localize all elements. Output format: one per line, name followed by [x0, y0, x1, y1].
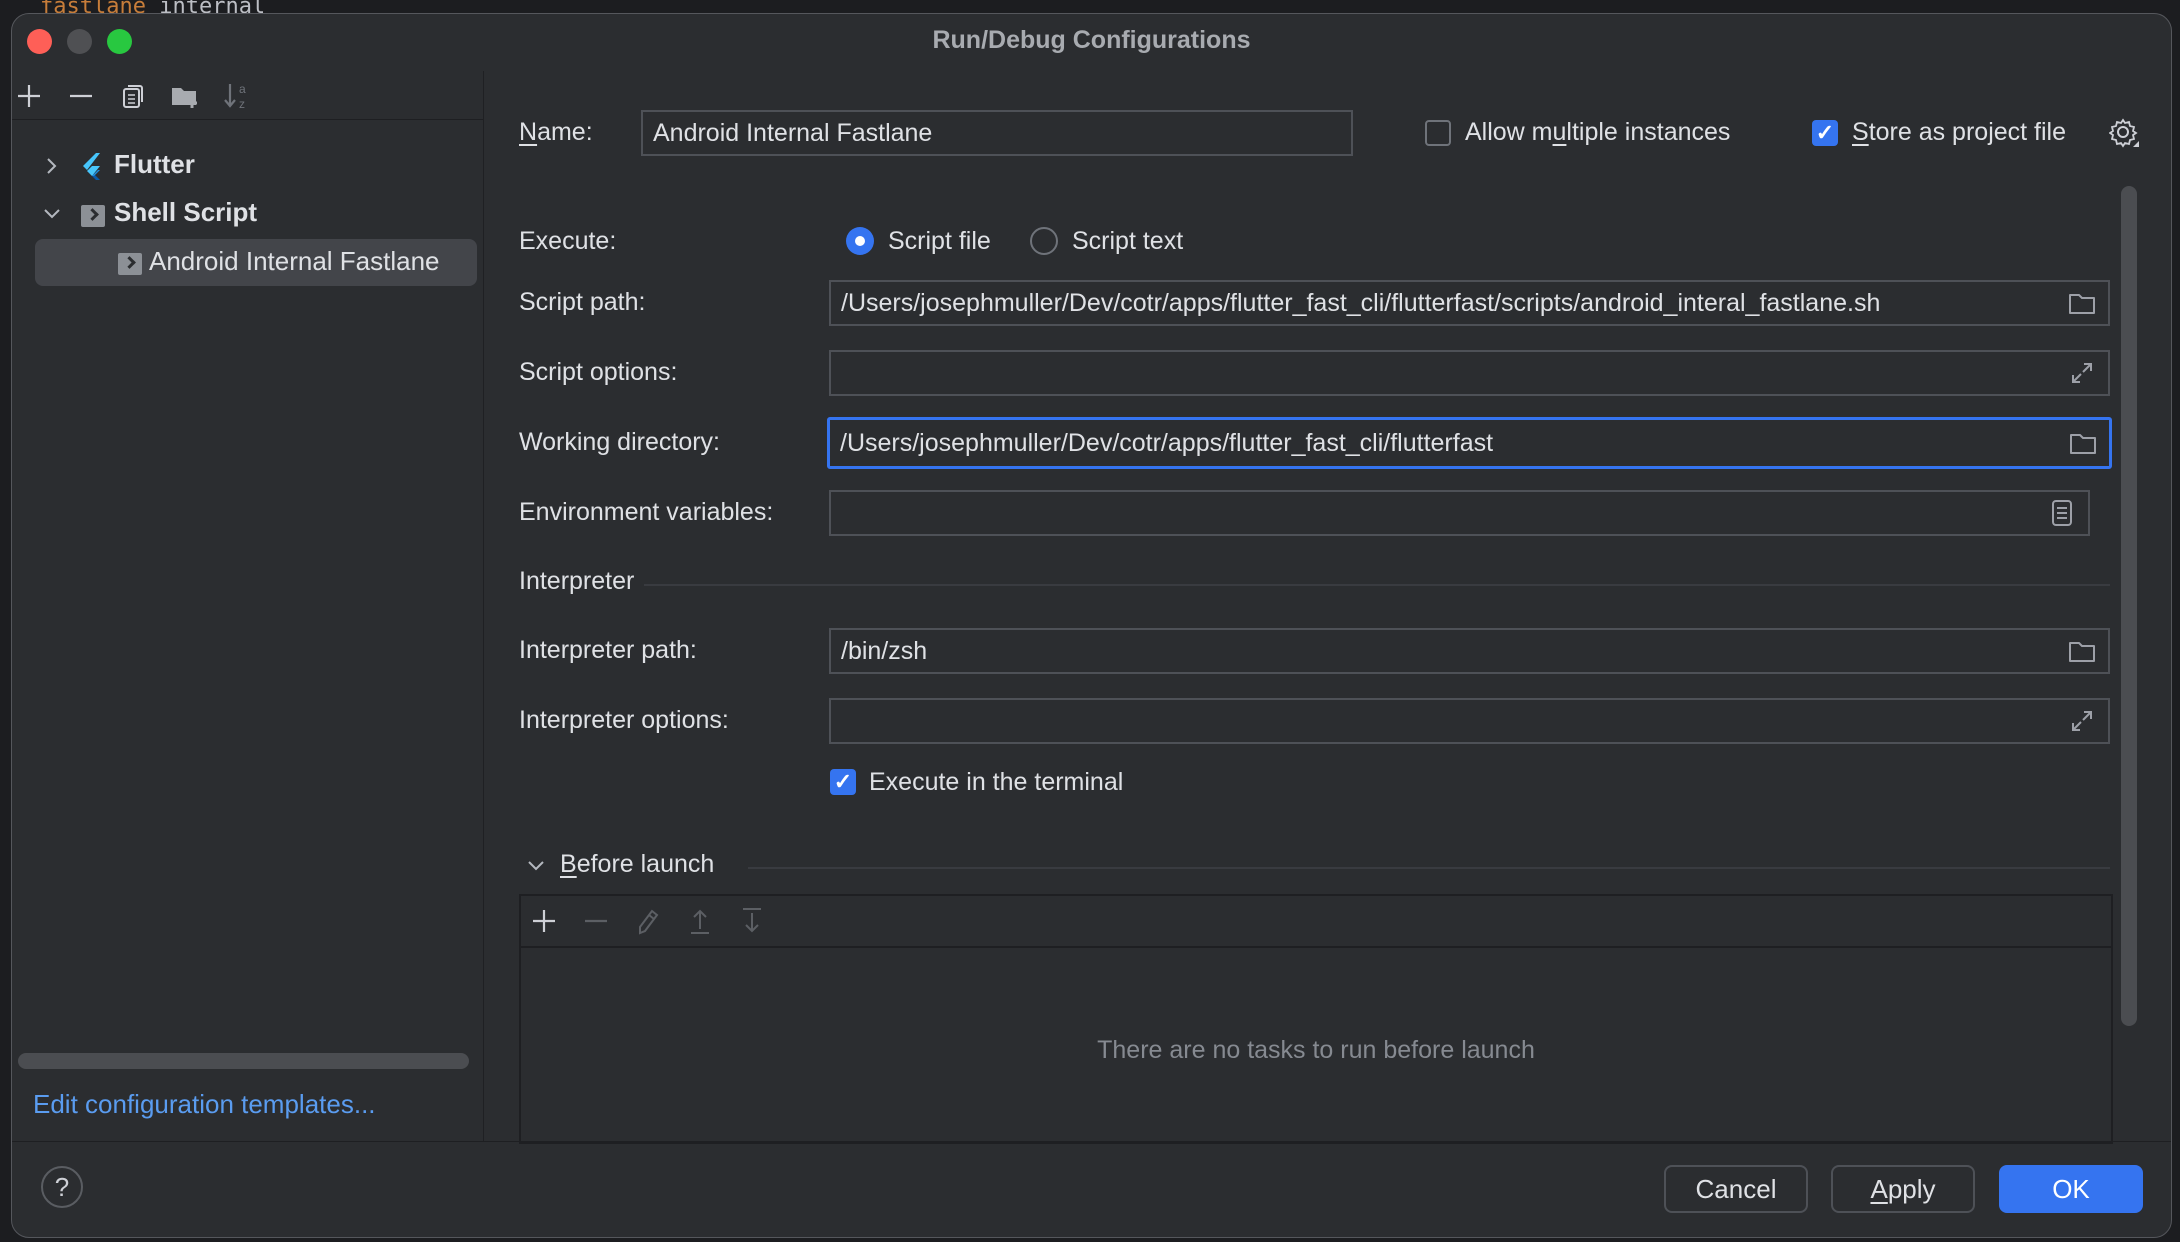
chevron-down-icon[interactable] [42, 204, 62, 224]
env-vars-input[interactable] [829, 490, 2090, 536]
interpreter-path-label: Interpreter path: [519, 636, 697, 664]
ok-button[interactable]: OK [1999, 1165, 2143, 1213]
execute-terminal-checkbox[interactable]: ✓ [830, 769, 856, 795]
script-options-label: Script options: [519, 358, 678, 386]
apply-button[interactable]: Apply [1831, 1165, 1975, 1213]
tree-item-shell-script[interactable]: Shell Script [12, 192, 483, 236]
edit-templates-link[interactable]: Edit configuration templates... [33, 1089, 376, 1120]
working-dir-value: /Users/josephmuller/Dev/cotr/apps/flutte… [840, 428, 1494, 457]
execute-terminal-label[interactable]: Execute in the terminal [869, 768, 1123, 797]
dialog-title: Run/Debug Configurations [932, 26, 1251, 54]
script-file-radio[interactable] [846, 227, 874, 255]
gear-icon[interactable] [2108, 117, 2139, 154]
allow-multiple-checkbox[interactable] [1425, 120, 1451, 146]
edit-icon[interactable] [633, 906, 663, 936]
move-up-icon[interactable] [685, 906, 715, 936]
script-file-label[interactable]: Script file [888, 227, 991, 256]
script-text-label[interactable]: Script text [1072, 227, 1183, 256]
store-project-label[interactable]: Store as project file [1852, 118, 2066, 147]
interpreter-section-title: Interpreter [519, 567, 635, 595]
folder-icon[interactable] [2068, 639, 2096, 663]
store-project-checkbox[interactable]: ✓ [1812, 120, 1838, 146]
cancel-button[interactable]: Cancel [1664, 1165, 1808, 1213]
chevron-down-icon[interactable] [526, 859, 546, 878]
tree-item-label: Flutter [114, 149, 195, 179]
form-vertical-scrollbar[interactable] [2121, 186, 2137, 1026]
interpreter-options-label: Interpreter options: [519, 706, 729, 734]
empty-tasks-message: There are no tasks to run before launch [1097, 1036, 1535, 1064]
footer-divider [12, 1141, 2171, 1142]
before-launch-tasks-panel: There are no tasks to run before launch [519, 894, 2113, 1144]
add-icon[interactable] [14, 81, 44, 111]
section-divider [748, 867, 2110, 869]
expand-icon[interactable] [2068, 709, 2096, 733]
folder-icon[interactable] [2068, 291, 2096, 315]
move-down-icon[interactable] [737, 906, 767, 936]
script-text-radio[interactable] [1030, 227, 1058, 255]
tree-item-label: Android Internal Fastlane [149, 246, 440, 276]
sidebar-horizontal-scrollbar[interactable] [18, 1053, 469, 1069]
tree-item-android-internal-fastlane[interactable]: Android Internal Fastlane [12, 240, 483, 284]
env-vars-label: Environment variables: [519, 498, 774, 526]
help-button[interactable]: ? [41, 1166, 83, 1208]
working-dir-input[interactable]: /Users/josephmuller/Dev/cotr/apps/flutte… [827, 417, 2112, 469]
tree-item-label: Shell Script [114, 197, 258, 227]
shell-script-icon [81, 203, 105, 234]
shell-script-icon [118, 251, 142, 282]
name-label: Name: [519, 118, 593, 146]
interpreter-options-input[interactable] [829, 698, 2110, 744]
new-folder-icon[interactable] [170, 81, 200, 111]
remove-icon[interactable] [66, 81, 96, 111]
tasks-toolbar [521, 896, 2111, 948]
allow-multiple-label[interactable]: Allow multiple instances [1465, 118, 1730, 147]
script-path-value: /Users/josephmuller/Dev/cotr/apps/flutte… [841, 288, 1881, 317]
remove-icon[interactable] [581, 906, 611, 936]
expand-icon[interactable] [2068, 361, 2096, 385]
run-debug-dialog: Run/Debug Configurations az Flutter Shel… [11, 13, 2172, 1238]
section-divider [644, 584, 2110, 586]
add-icon[interactable] [529, 906, 559, 936]
folder-icon[interactable] [2069, 431, 2097, 455]
script-path-input[interactable]: /Users/josephmuller/Dev/cotr/apps/flutte… [829, 280, 2110, 326]
svg-text:z: z [239, 97, 245, 111]
sort-icon[interactable]: az [222, 81, 252, 111]
name-input[interactable]: Android Internal Fastlane [641, 110, 1353, 156]
chevron-right-icon[interactable] [42, 156, 62, 176]
configurations-sidebar: az Flutter Shell Script Android Internal… [12, 71, 484, 1141]
svg-text:a: a [239, 82, 246, 96]
before-launch-title[interactable]: Before launch [560, 850, 714, 879]
working-dir-label: Working directory: [519, 428, 720, 456]
script-path-label: Script path: [519, 288, 646, 316]
copy-icon[interactable] [118, 81, 148, 111]
interpreter-path-input[interactable]: /bin/zsh [829, 628, 2110, 674]
document-list-icon[interactable] [2048, 500, 2076, 526]
flutter-icon [80, 152, 106, 189]
execute-label: Execute: [519, 227, 617, 255]
tree-item-flutter[interactable]: Flutter [12, 144, 483, 188]
script-options-input[interactable] [829, 350, 2110, 396]
sidebar-toolbar: az [12, 71, 483, 120]
